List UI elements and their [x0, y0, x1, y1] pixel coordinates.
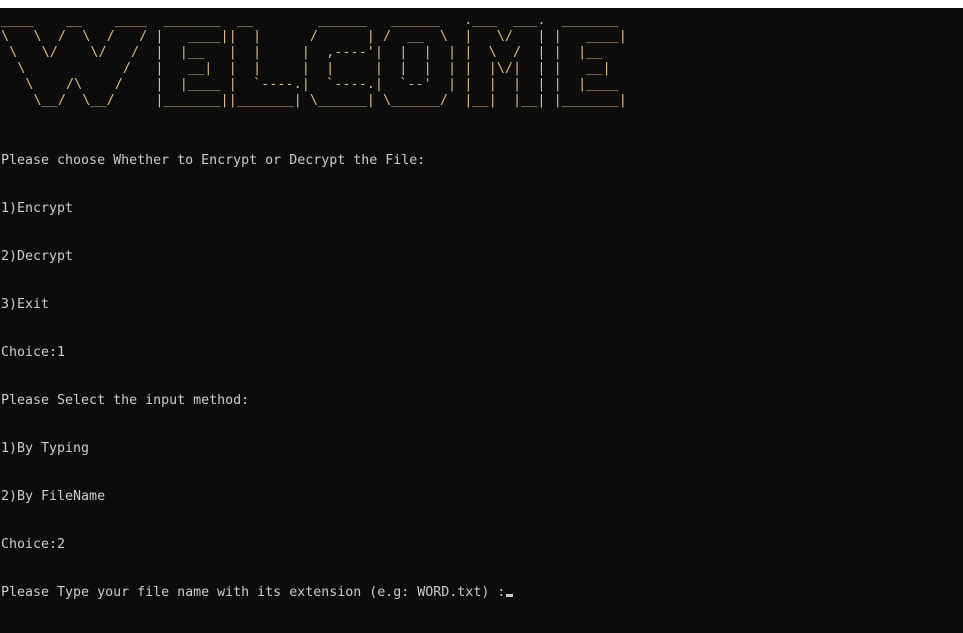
option-decrypt: 2)Decrypt: [1, 249, 74, 264]
prompt-encrypt-decrypt: Please choose Whether to Encrypt or Decr…: [1, 153, 426, 168]
text-cursor[interactable]: [506, 594, 514, 597]
banner-line: \__/ \__/ |_______||_______| \______| \_…: [1, 92, 627, 108]
filename-prompt: Please Type your file name with its exte…: [1, 585, 506, 600]
prompt-input-method: Please Select the input method:: [1, 393, 250, 408]
option-by-typing: 1)By Typing: [1, 441, 90, 456]
banner-line: \ \ / \ / / | ____|| | / | / __ \ | \/ |…: [1, 28, 627, 44]
console-window[interactable]: ____ __ ____ _______ __ ______ ______ ._…: [0, 8, 963, 600]
welcome-banner: ____ __ ____ _______ __ ______ ______ ._…: [1, 12, 627, 108]
option-exit: 3)Exit: [1, 297, 50, 312]
option-by-filename: 2)By FileName: [1, 489, 106, 504]
banner-line: \ \/ \/ / | |__ | | | ,----'| | | | | \ …: [1, 44, 627, 60]
option-encrypt: 1)Encrypt: [1, 201, 74, 216]
banner-line: \ /\ / | |____ | `----.| `----.| `--' | …: [1, 76, 627, 92]
window-titlebar: [0, 0, 963, 8]
choice-line-2: Choice:2: [1, 537, 66, 552]
console-output: Please choose Whether to Encrypt or Decr…: [1, 121, 514, 633]
filename-input-line[interactable]: Please Type your file name with its exte…: [1, 585, 514, 601]
banner-line: \ / | __| | | | | | | | | | |\/| | | __|: [1, 60, 627, 76]
banner-line: ____ __ ____ _______ __ ______ ______ ._…: [1, 12, 627, 28]
choice-line-1: Choice:1: [1, 345, 66, 360]
